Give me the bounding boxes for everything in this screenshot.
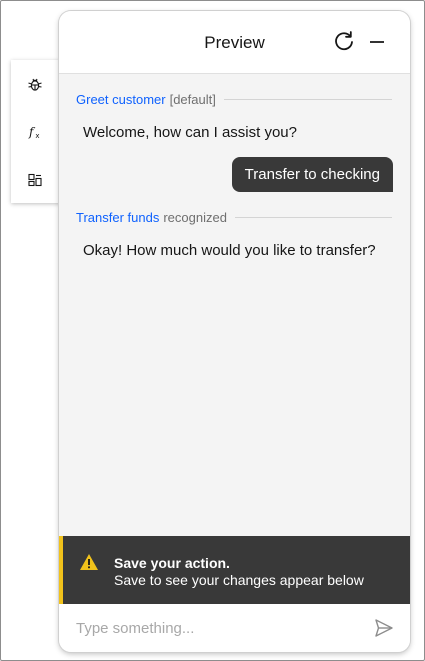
user-message-bubble: Transfer to checking	[231, 157, 393, 192]
intent-tag-default: [default]	[169, 91, 216, 107]
intent-divider-transfer: Transfer funds recognized	[76, 208, 392, 226]
variables-icon	[28, 173, 42, 187]
variables-button[interactable]	[11, 162, 59, 198]
function-button[interactable]: f x	[11, 114, 59, 150]
intent-divider-greet: Greet customer [default]	[76, 90, 392, 108]
bot-message: Okay! How much would you like to transfe…	[83, 242, 376, 259]
minimize-button[interactable]	[364, 29, 390, 55]
function-icon: f x	[28, 125, 40, 140]
save-notification: Save your action. Save to see your chang…	[59, 536, 410, 604]
message-composer	[59, 604, 410, 652]
preview-header: Preview	[59, 11, 410, 74]
divider-line	[223, 98, 392, 100]
message-input[interactable]	[76, 616, 346, 640]
refresh-button[interactable]	[331, 29, 357, 55]
minimize-icon	[370, 41, 384, 43]
notification-title: Save your action.	[114, 555, 230, 571]
intent-link-greet[interactable]: Greet customer	[76, 92, 166, 107]
preview-panel: Preview Greet customer [default] Welcome…	[59, 11, 410, 652]
tool-rail: f x	[11, 60, 61, 203]
preview-title: Preview	[204, 33, 265, 52]
svg-text:x: x	[35, 132, 39, 140]
debug-button[interactable]	[11, 66, 59, 102]
notification-body: Save to see your changes appear below	[114, 572, 364, 588]
bug-icon	[28, 78, 42, 91]
warning-icon	[80, 554, 98, 570]
send-icon	[375, 619, 393, 637]
divider-line	[234, 216, 392, 218]
refresh-icon	[335, 31, 353, 51]
intent-link-transfer[interactable]: Transfer funds	[76, 210, 159, 225]
send-button[interactable]	[372, 616, 396, 640]
bot-message: Welcome, how can I assist you?	[83, 124, 297, 141]
intent-tag-recognized: recognized	[163, 209, 227, 225]
